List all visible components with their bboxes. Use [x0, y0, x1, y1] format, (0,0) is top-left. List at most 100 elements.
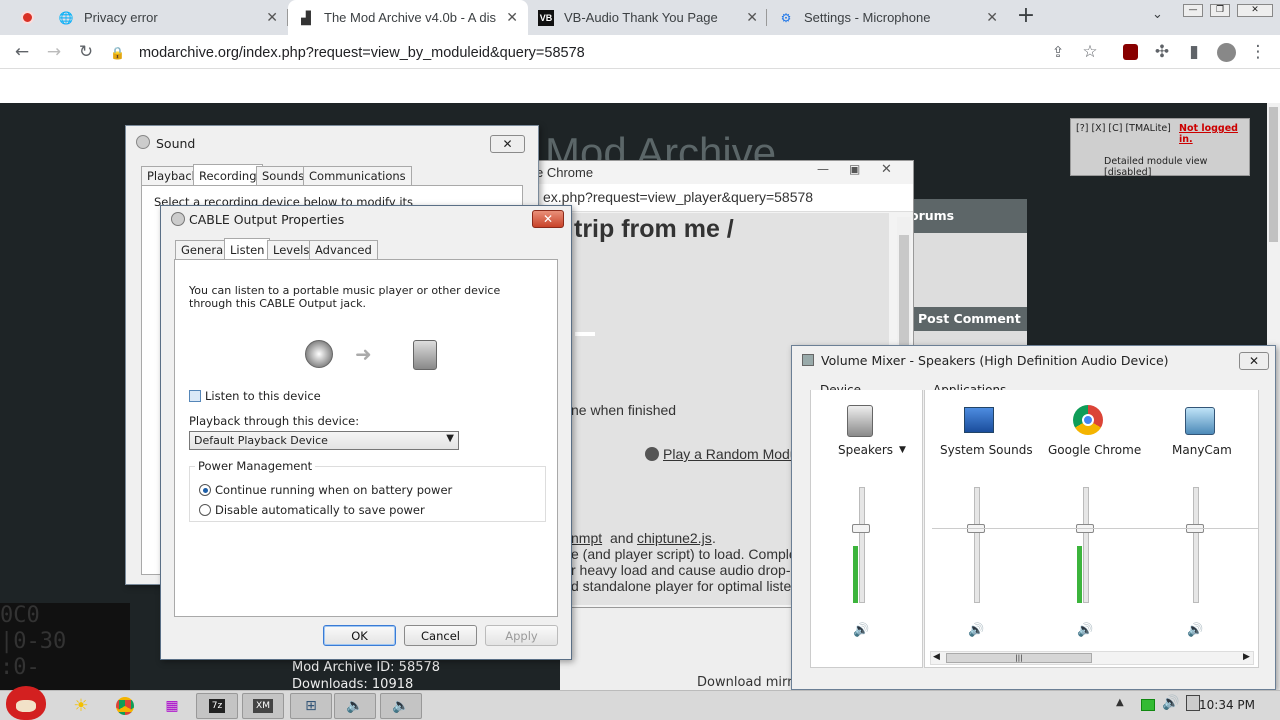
close-window-icon[interactable]: ✕: [1237, 4, 1273, 17]
menu-icon[interactable]: ⋮: [1242, 35, 1274, 69]
volume-slider-track[interactable]: [1083, 487, 1089, 603]
chevron-down-icon[interactable]: ▼: [899, 445, 906, 455]
scroll-right-icon[interactable]: ▶: [1243, 652, 1250, 662]
volume-mixer-window: Volume Mixer - Speakers (High Definition…: [791, 345, 1276, 690]
close-icon[interactable]: ✕: [266, 9, 278, 26]
speaker-icon[interactable]: 🔈: [380, 693, 422, 719]
tab-privacy-error[interactable]: 🌐 Privacy error ✕: [48, 0, 288, 35]
lib-link-2[interactable]: chiptune2.js: [637, 530, 712, 546]
arrow-right-icon: ➜: [355, 342, 372, 366]
chevron-down-icon: ▼: [446, 433, 454, 444]
matrix-background: 0C0 |0-30:0-: [0, 603, 130, 690]
volume-slider-track[interactable]: [974, 487, 980, 603]
bookmark-star-icon[interactable]: ☆: [1074, 35, 1106, 69]
volume-tray-icon[interactable]: 🔊: [1162, 695, 1179, 711]
peak-meter: [853, 546, 858, 603]
radio-disable-label[interactable]: Disable automatically to save power: [215, 503, 425, 517]
mute-speaker-icon[interactable]: 🔊: [1187, 623, 1203, 638]
tab-recording[interactable]: Recording: [193, 164, 263, 186]
address-bar[interactable]: 🔒 modarchive.org/index.php?request=view_…: [110, 39, 1110, 66]
restore-icon[interactable]: ❐: [1210, 4, 1230, 17]
share-icon[interactable]: ⇪: [1042, 35, 1074, 69]
channel-name: System Sounds: [940, 443, 1033, 457]
download-mirror-link[interactable]: Download mirro: [693, 675, 805, 690]
close-icon[interactable]: ✕: [746, 9, 758, 26]
scroll-left-icon[interactable]: ◀: [933, 652, 940, 662]
minimize-icon[interactable]: —: [817, 162, 829, 176]
peak-meter: [1077, 546, 1082, 603]
apps-icon[interactable]: ▦: [151, 693, 193, 719]
radio-disable[interactable]: [199, 504, 211, 516]
forums-link[interactable]: orums: [900, 199, 1027, 233]
player-note-1: e (and player script) to load. Comple: [571, 546, 797, 562]
minimize-icon[interactable]: —: [1183, 4, 1203, 17]
back-icon[interactable]: ←: [6, 35, 38, 69]
close-icon[interactable]: ✕: [881, 162, 892, 177]
lib-link-1[interactable]: nmpt: [571, 530, 602, 546]
new-tab-button[interactable]: +: [1014, 3, 1038, 31]
playback-device-select[interactable]: Default Playback Device ▼: [189, 431, 459, 450]
listen-label[interactable]: Listen to this device: [205, 389, 321, 403]
chrome-icon[interactable]: [104, 693, 146, 719]
volume-slider-thumb[interactable]: [852, 524, 870, 533]
volume-slider-track[interactable]: [1193, 487, 1199, 603]
playback-label: Playback through this device:: [189, 414, 360, 428]
tab-mod-archive[interactable]: ▟ The Mod Archive v4.0b - A dis ✕: [288, 0, 528, 35]
reload-icon[interactable]: ↻: [70, 35, 102, 69]
network-icon[interactable]: ⊞: [290, 693, 332, 719]
forward-icon[interactable]: →: [38, 35, 70, 69]
tab-settings-microphone[interactable]: ⚙ Settings - Microphone ✕: [768, 0, 1008, 35]
popup-url-bar[interactable]: ex.php?request=view_player&query=58578: [531, 184, 913, 212]
volume-slider-track[interactable]: [859, 487, 865, 603]
side-panel-icon[interactable]: ▮: [1178, 35, 1210, 69]
random-module-link[interactable]: Play a Random Modu: [663, 446, 798, 462]
ok-button[interactable]: OK: [323, 625, 396, 646]
scrollbar-thumb[interactable]: [1269, 107, 1278, 242]
sun-icon[interactable]: ☀: [60, 693, 102, 719]
sound-dialog-title: Sound: [156, 136, 196, 151]
extensions-icon[interactable]: ✣: [1146, 35, 1178, 69]
7zip-icon[interactable]: 7z: [196, 693, 238, 719]
post-comment-button[interactable]: Post Comment: [912, 307, 1027, 331]
lock-icon[interactable]: 🔒: [110, 46, 125, 60]
apply-button[interactable]: Apply: [485, 625, 558, 646]
mute-speaker-icon[interactable]: 🔊: [853, 623, 869, 638]
progress-slider[interactable]: [575, 332, 595, 336]
xm-icon[interactable]: XM: [242, 693, 284, 719]
tab-listen[interactable]: Listen: [224, 238, 271, 260]
radio-continue[interactable]: [199, 484, 211, 496]
tab-search-icon[interactable]: ⌄: [1152, 7, 1163, 22]
speaker-icon[interactable]: 🔈: [334, 693, 376, 719]
cable-jack-icon: [305, 340, 333, 368]
not-logged-in-link[interactable]: Not logged in.: [1179, 123, 1249, 145]
mute-speaker-icon[interactable]: 🔊: [1077, 623, 1093, 638]
radio-continue-label[interactable]: Continue running when on battery power: [215, 483, 452, 497]
ublock-icon[interactable]: [1114, 35, 1146, 69]
tab-separator: [766, 9, 767, 26]
browser-toolbar: ← → ↻ 🔒 modarchive.org/index.php?request…: [0, 35, 1280, 69]
playback-device-value: Default Playback Device: [194, 434, 328, 447]
close-icon[interactable]: ✕: [986, 9, 998, 26]
scrollbar-thumb[interactable]: |||: [946, 653, 1092, 663]
tab-vb-audio[interactable]: VB VB-Audio Thank You Page ✕: [528, 0, 768, 35]
tray-app-icon[interactable]: [1141, 699, 1155, 711]
close-icon[interactable]: ✕: [1239, 352, 1269, 370]
angry-birds-icon[interactable]: [6, 686, 46, 720]
cable-properties-dialog: CABLE Output Properties ✕ General Listen…: [160, 205, 572, 660]
restore-icon[interactable]: ▣: [849, 162, 860, 176]
tab-strip: 🌐 Privacy error ✕ ▟ The Mod Archive v4.0…: [0, 0, 1280, 35]
close-icon[interactable]: ✕: [532, 210, 564, 228]
mute-speaker-icon[interactable]: 🔊: [968, 623, 984, 638]
when-finished-text: ne when finished: [571, 402, 677, 418]
volume-link-line: [932, 528, 1258, 529]
profile-icon[interactable]: [1210, 35, 1242, 69]
listen-checkbox[interactable]: [189, 390, 201, 402]
mixer-scrollbar[interactable]: ◀ ||| ▶: [930, 651, 1254, 665]
cancel-button[interactable]: Cancel: [404, 625, 477, 646]
top-links[interactable]: [?] [X] [C] [TMALite]: [1076, 123, 1171, 134]
tray-arrow-icon[interactable]: ▲: [1116, 697, 1124, 708]
tab-advanced[interactable]: Advanced: [309, 240, 378, 260]
close-icon[interactable]: ✕: [490, 135, 525, 153]
close-icon[interactable]: ✕: [506, 9, 518, 26]
tab-communications[interactable]: Communications: [303, 166, 412, 186]
